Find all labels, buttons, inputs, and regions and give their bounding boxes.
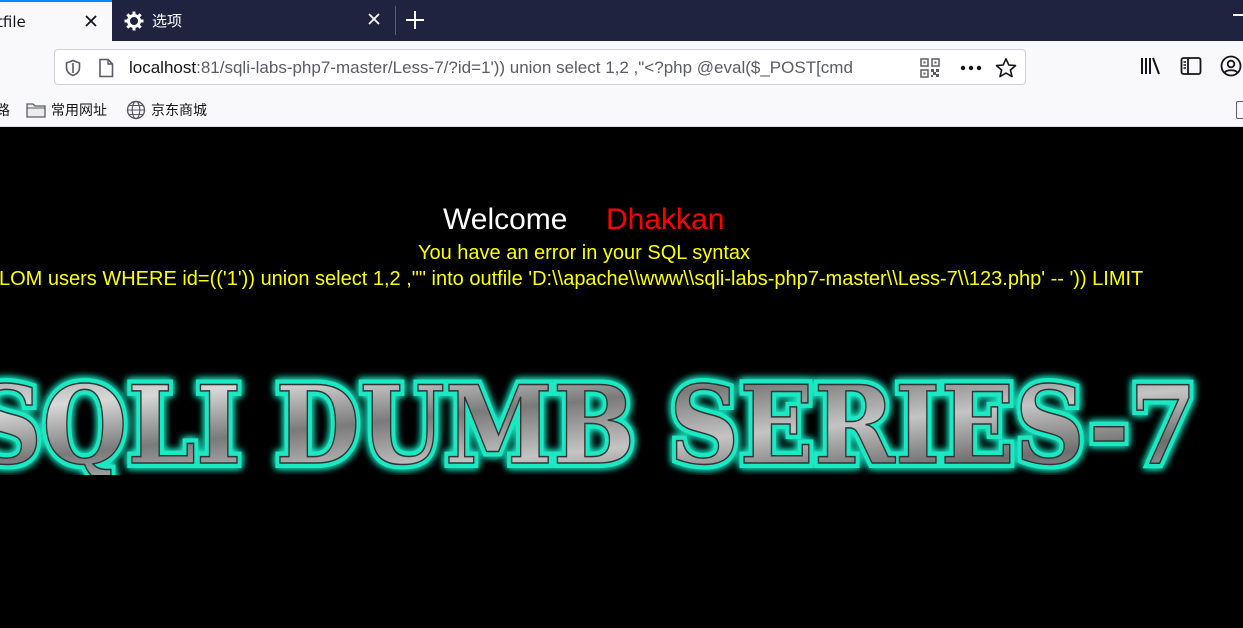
welcome-label: Welcome [443,203,568,236]
welcome-name: Dhakkan [606,203,725,236]
tab-active[interactable]: tfile [0,0,112,41]
shield-icon[interactable] [62,57,84,79]
banner-metal-text: SQLI DUMB SERIES-7 [0,365,1197,475]
plus-icon[interactable] [402,7,428,33]
bookmark-label: 路 [0,103,10,119]
bookmarks-toolbar: 路 常用网址 京东商城 [0,93,1243,127]
url-host: localhost [129,58,197,77]
url-text[interactable]: localhost:81/sqli-labs-php7-master/Less-… [129,58,919,78]
account-icon[interactable] [1220,55,1242,77]
tab-title: tfile [0,12,26,31]
sql-error-title: You have an error in your SQL syntax [417,242,751,264]
minimize-icon[interactable] [1233,14,1243,16]
tab-title: 选项 [152,12,183,30]
folder-icon [26,101,46,119]
bookmark-label: 常用网址 [51,103,107,119]
page-icon[interactable] [95,57,117,79]
sidebar-icon[interactable] [1180,55,1202,77]
navigation-toolbar: localhost:81/sqli-labs-php7-master/Less-… [0,41,1243,93]
globe-icon [126,100,146,120]
star-icon[interactable] [995,57,1017,79]
close-icon[interactable] [363,8,385,30]
banner-logo: SQLI DUMB SERIES-7 SQLI DUMB SERIES-7 [0,365,1202,475]
bookmark-label: 京东商城 [151,103,207,119]
page-content: Welcome Dhakkan You have an error in you… [0,127,1243,628]
tab-separator [395,6,396,35]
bookmark-item-jd[interactable]: 京东商城 [126,99,207,121]
other-bookmarks-icon[interactable] [1236,101,1243,119]
url-bar[interactable]: localhost:81/sqli-labs-php7-master/Less-… [54,49,1026,85]
more-actions-icon[interactable] [960,57,982,79]
qr-code-icon[interactable] [919,57,941,79]
url-path: :81/sqli-labs-php7-master/Less-7/?id=1')… [196,58,853,77]
tab-strip: tfile 选项 [0,0,1243,41]
close-icon[interactable] [80,10,102,32]
tab-options[interactable]: 选项 [112,0,395,41]
library-icon[interactable] [1140,55,1162,77]
bookmark-item-partial[interactable]: 路 [0,99,10,121]
gear-icon [124,11,144,31]
sql-error-query: LOM users WHERE id=(('1')) union select … [0,268,1144,290]
bookmark-folder-frequent[interactable]: 常用网址 [26,99,107,121]
